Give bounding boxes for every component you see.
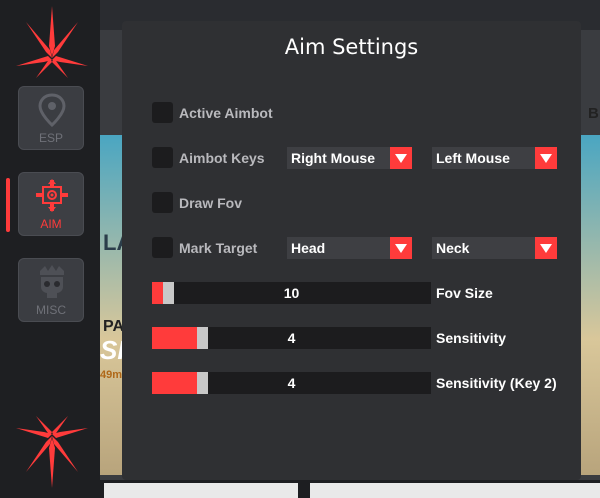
aimbot-key-2-dropdown[interactable]: Left Mouse [432, 147, 557, 169]
crosshair-icon [36, 179, 68, 212]
active-aimbot-checkbox[interactable] [152, 102, 173, 123]
slider-value: 10 [283, 285, 300, 301]
background-scene-text: SI [100, 335, 125, 365]
fov-size-label: Fov Size [436, 285, 493, 301]
mark-target-2-dropdown[interactable]: Neck [432, 237, 557, 259]
draw-fov-label: Draw Fov [179, 195, 243, 211]
sensitivity-key2-slider[interactable]: 4 [152, 372, 431, 394]
aimbot-key-1-dropdown[interactable]: Right Mouse [287, 147, 412, 169]
sidebar-item-label: ESP [38, 131, 63, 145]
background-bottom-block [310, 483, 600, 498]
chevron-down-icon [535, 147, 557, 169]
aimbot-keys-checkbox[interactable] [152, 147, 173, 168]
sensitivity-label: Sensitivity [436, 330, 507, 346]
mark-target-label: Mark Target [179, 240, 258, 256]
dropdown-value: Right Mouse [291, 150, 375, 166]
draw-fov-checkbox[interactable] [152, 192, 173, 213]
sidebar-item-misc[interactable]: MISC [18, 258, 84, 322]
active-indicator [6, 178, 10, 232]
skull-icon [40, 265, 64, 298]
brand-logo-icon [16, 6, 88, 78]
sidebar-item-aim[interactable]: AIM [18, 172, 84, 236]
aim-settings-panel: Aim Settings Active Aimbot Aimbot Keys R… [122, 21, 581, 480]
dropdown-value: Neck [436, 240, 470, 256]
brand-logo-icon [16, 416, 88, 488]
dropdown-value: Left Mouse [436, 150, 510, 166]
slider-value: 4 [287, 330, 296, 346]
background-letter: B [588, 105, 599, 122]
sidebar-item-esp[interactable]: ESP [18, 86, 84, 150]
sidebar-item-label: AIM [40, 217, 62, 231]
map-pin-icon [38, 93, 66, 128]
panel-title: Aim Settings [284, 35, 419, 59]
active-aimbot-label: Active Aimbot [179, 105, 273, 121]
background-bottom-block [104, 483, 298, 498]
fov-size-slider[interactable]: 10 [152, 282, 431, 304]
chevron-down-icon [390, 147, 412, 169]
sidebar: ESP AIM MISC [0, 0, 100, 498]
dropdown-value: Head [291, 240, 326, 256]
aimbot-keys-label: Aimbot Keys [179, 150, 265, 166]
mark-target-checkbox[interactable] [152, 237, 173, 258]
slider-value: 4 [287, 375, 296, 391]
sensitivity-slider[interactable]: 4 [152, 327, 431, 349]
chevron-down-icon [535, 237, 557, 259]
sensitivity-key2-label: Sensitivity (Key 2) [436, 375, 557, 391]
background-scene-text: 49m [100, 369, 123, 381]
mark-target-1-dropdown[interactable]: Head [287, 237, 412, 259]
sidebar-item-label: MISC [36, 303, 66, 317]
background-bottom-bar [100, 480, 600, 498]
chevron-down-icon [390, 237, 412, 259]
